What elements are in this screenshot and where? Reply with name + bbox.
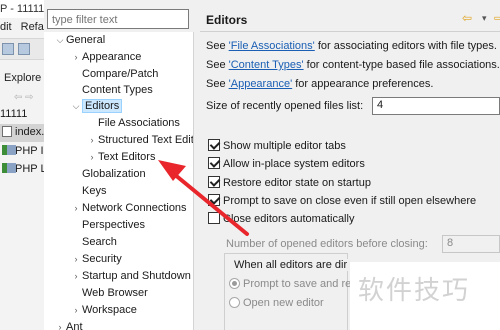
ide-window-title: P - 11111 bbox=[0, 0, 44, 18]
recent-files-label: Size of recently opened files list: bbox=[206, 100, 364, 112]
in-place-editors-checkbox[interactable]: Allow in-place system editors bbox=[208, 157, 365, 173]
open-new-editor-radio[interactable]: Open new editor bbox=[229, 297, 324, 309]
chevron-right-icon[interactable]: › bbox=[70, 254, 82, 264]
save-icon[interactable] bbox=[2, 43, 14, 55]
tree-item-globalization[interactable]: Globalization bbox=[70, 168, 146, 185]
see-content-types: See 'Content Types' for content-type bas… bbox=[206, 59, 500, 71]
file-icon bbox=[2, 126, 12, 137]
menu-edit[interactable]: dit bbox=[0, 21, 12, 33]
menu-refactor[interactable]: Refa bbox=[21, 21, 44, 33]
php-library-icon bbox=[2, 145, 16, 156]
tree-item-web-browser[interactable]: Web Browser bbox=[70, 287, 148, 304]
chevron-right-icon[interactable]: › bbox=[86, 135, 98, 145]
title-separator bbox=[200, 31, 500, 32]
project-root[interactable]: 11111 bbox=[0, 108, 27, 120]
tree-item-network-connections[interactable]: › Network Connections bbox=[70, 202, 187, 219]
recent-files-input[interactable]: 4 bbox=[372, 97, 500, 115]
ide-menubar: dit Refa bbox=[0, 18, 44, 36]
appearance-link[interactable]: 'Appearance' bbox=[229, 78, 293, 90]
checkbox-checked-icon[interactable] bbox=[208, 176, 220, 188]
show-multiple-tabs-checkbox[interactable]: Show multiple editor tabs bbox=[208, 139, 346, 155]
back-arrow-icon[interactable]: ⇦ bbox=[462, 11, 472, 25]
chevron-right-icon[interactable]: › bbox=[70, 305, 82, 315]
tree-item-file-associations[interactable]: File Associations bbox=[86, 117, 180, 134]
tree-item-perspectives[interactable]: Perspectives bbox=[70, 219, 145, 236]
see-appearance: See 'Appearance' for appearance preferen… bbox=[206, 78, 434, 90]
tree-item-appearance[interactable]: › Appearance bbox=[70, 51, 142, 68]
tree-item-search[interactable]: Search bbox=[70, 236, 117, 253]
file-item[interactable]: PHP L bbox=[0, 161, 44, 179]
ide-toolbar bbox=[0, 38, 44, 60]
back-arrow-icon[interactable]: ⇦ bbox=[14, 92, 22, 103]
save-all-icon[interactable] bbox=[18, 43, 30, 55]
php-library-icon bbox=[2, 163, 16, 174]
chevron-right-icon[interactable]: › bbox=[70, 271, 82, 281]
tree-item-text-editors[interactable]: › Text Editors bbox=[86, 151, 156, 168]
tree-item-compare-patch[interactable]: Compare/Patch bbox=[70, 68, 158, 85]
forward-arrow-icon[interactable]: ⇨ bbox=[494, 11, 500, 25]
prompt-to-save-checkbox[interactable]: Prompt to save on close even if still op… bbox=[208, 194, 476, 210]
tree-item-security[interactable]: › Security bbox=[70, 253, 122, 270]
chevron-right-icon[interactable]: › bbox=[54, 322, 66, 330]
checkbox-checked-icon[interactable] bbox=[208, 194, 220, 206]
file-item[interactable]: PHP In bbox=[0, 143, 44, 161]
tree-item-editors[interactable]: ⌵ Editors bbox=[70, 99, 123, 117]
chevron-down-icon[interactable]: ▾ bbox=[482, 13, 487, 24]
tree-item-ant[interactable]: › Ant bbox=[54, 321, 83, 330]
prompt-save-reuse-radio[interactable]: Prompt to save and re bbox=[229, 278, 351, 290]
preferences-tree: ⌵ General › Appearance Compare/Patch Conte… bbox=[44, 32, 194, 330]
tree-item-structured-text-editors[interactable]: ›Structured Text Editors bbox=[86, 134, 194, 151]
checkbox-checked-icon[interactable] bbox=[208, 139, 220, 151]
see-file-associations: See 'File Associations' for associating … bbox=[206, 40, 497, 52]
project-explorer-tab[interactable]: Explore bbox=[0, 70, 41, 88]
explorer-nav-icons: ⇦ ⇨ bbox=[14, 92, 34, 103]
ide-background: P - 11111 dit Refa Explore ⇦ ⇨ 11111 inde… bbox=[0, 0, 44, 330]
explorer-tab-label: Explore bbox=[4, 72, 42, 84]
tree-item-general[interactable]: ⌵ General bbox=[54, 34, 106, 51]
chevron-right-icon[interactable]: › bbox=[86, 152, 98, 162]
filter-input[interactable] bbox=[47, 9, 189, 29]
tree-item-startup-shutdown[interactable]: › Startup and Shutdown bbox=[70, 270, 191, 287]
checkbox-unchecked-icon[interactable] bbox=[208, 212, 220, 224]
watermark-text: 软件技巧 bbox=[358, 275, 471, 305]
chevron-right-icon[interactable]: › bbox=[70, 52, 82, 62]
page-title: Editors bbox=[206, 13, 248, 27]
chevron-down-icon[interactable]: ⌵ bbox=[54, 35, 66, 46]
radio-selected-icon[interactable] bbox=[229, 278, 240, 289]
radio-unselected-icon[interactable] bbox=[229, 297, 240, 308]
file-item[interactable]: index. bbox=[0, 124, 44, 142]
group-title: When all editors are dir bbox=[234, 259, 350, 271]
opened-editors-label: Number of opened editors before closing: bbox=[226, 238, 428, 250]
chevron-down-icon[interactable]: ⌵ bbox=[70, 101, 82, 112]
content-types-link[interactable]: 'Content Types' bbox=[229, 59, 304, 71]
restore-state-checkbox[interactable]: Restore editor state on startup bbox=[208, 176, 371, 192]
tree-item-keys[interactable]: Keys bbox=[70, 185, 106, 202]
forward-arrow-icon[interactable]: ⇨ bbox=[25, 92, 33, 103]
file-associations-link[interactable]: 'File Associations' bbox=[229, 40, 315, 52]
tree-item-workspace[interactable]: › Workspace bbox=[70, 304, 137, 321]
checkbox-checked-icon[interactable] bbox=[208, 157, 220, 169]
opened-editors-input[interactable]: 8 bbox=[442, 235, 500, 253]
close-editors-checkbox[interactable]: Close editors automatically bbox=[208, 212, 354, 228]
chevron-right-icon[interactable]: › bbox=[70, 203, 82, 213]
